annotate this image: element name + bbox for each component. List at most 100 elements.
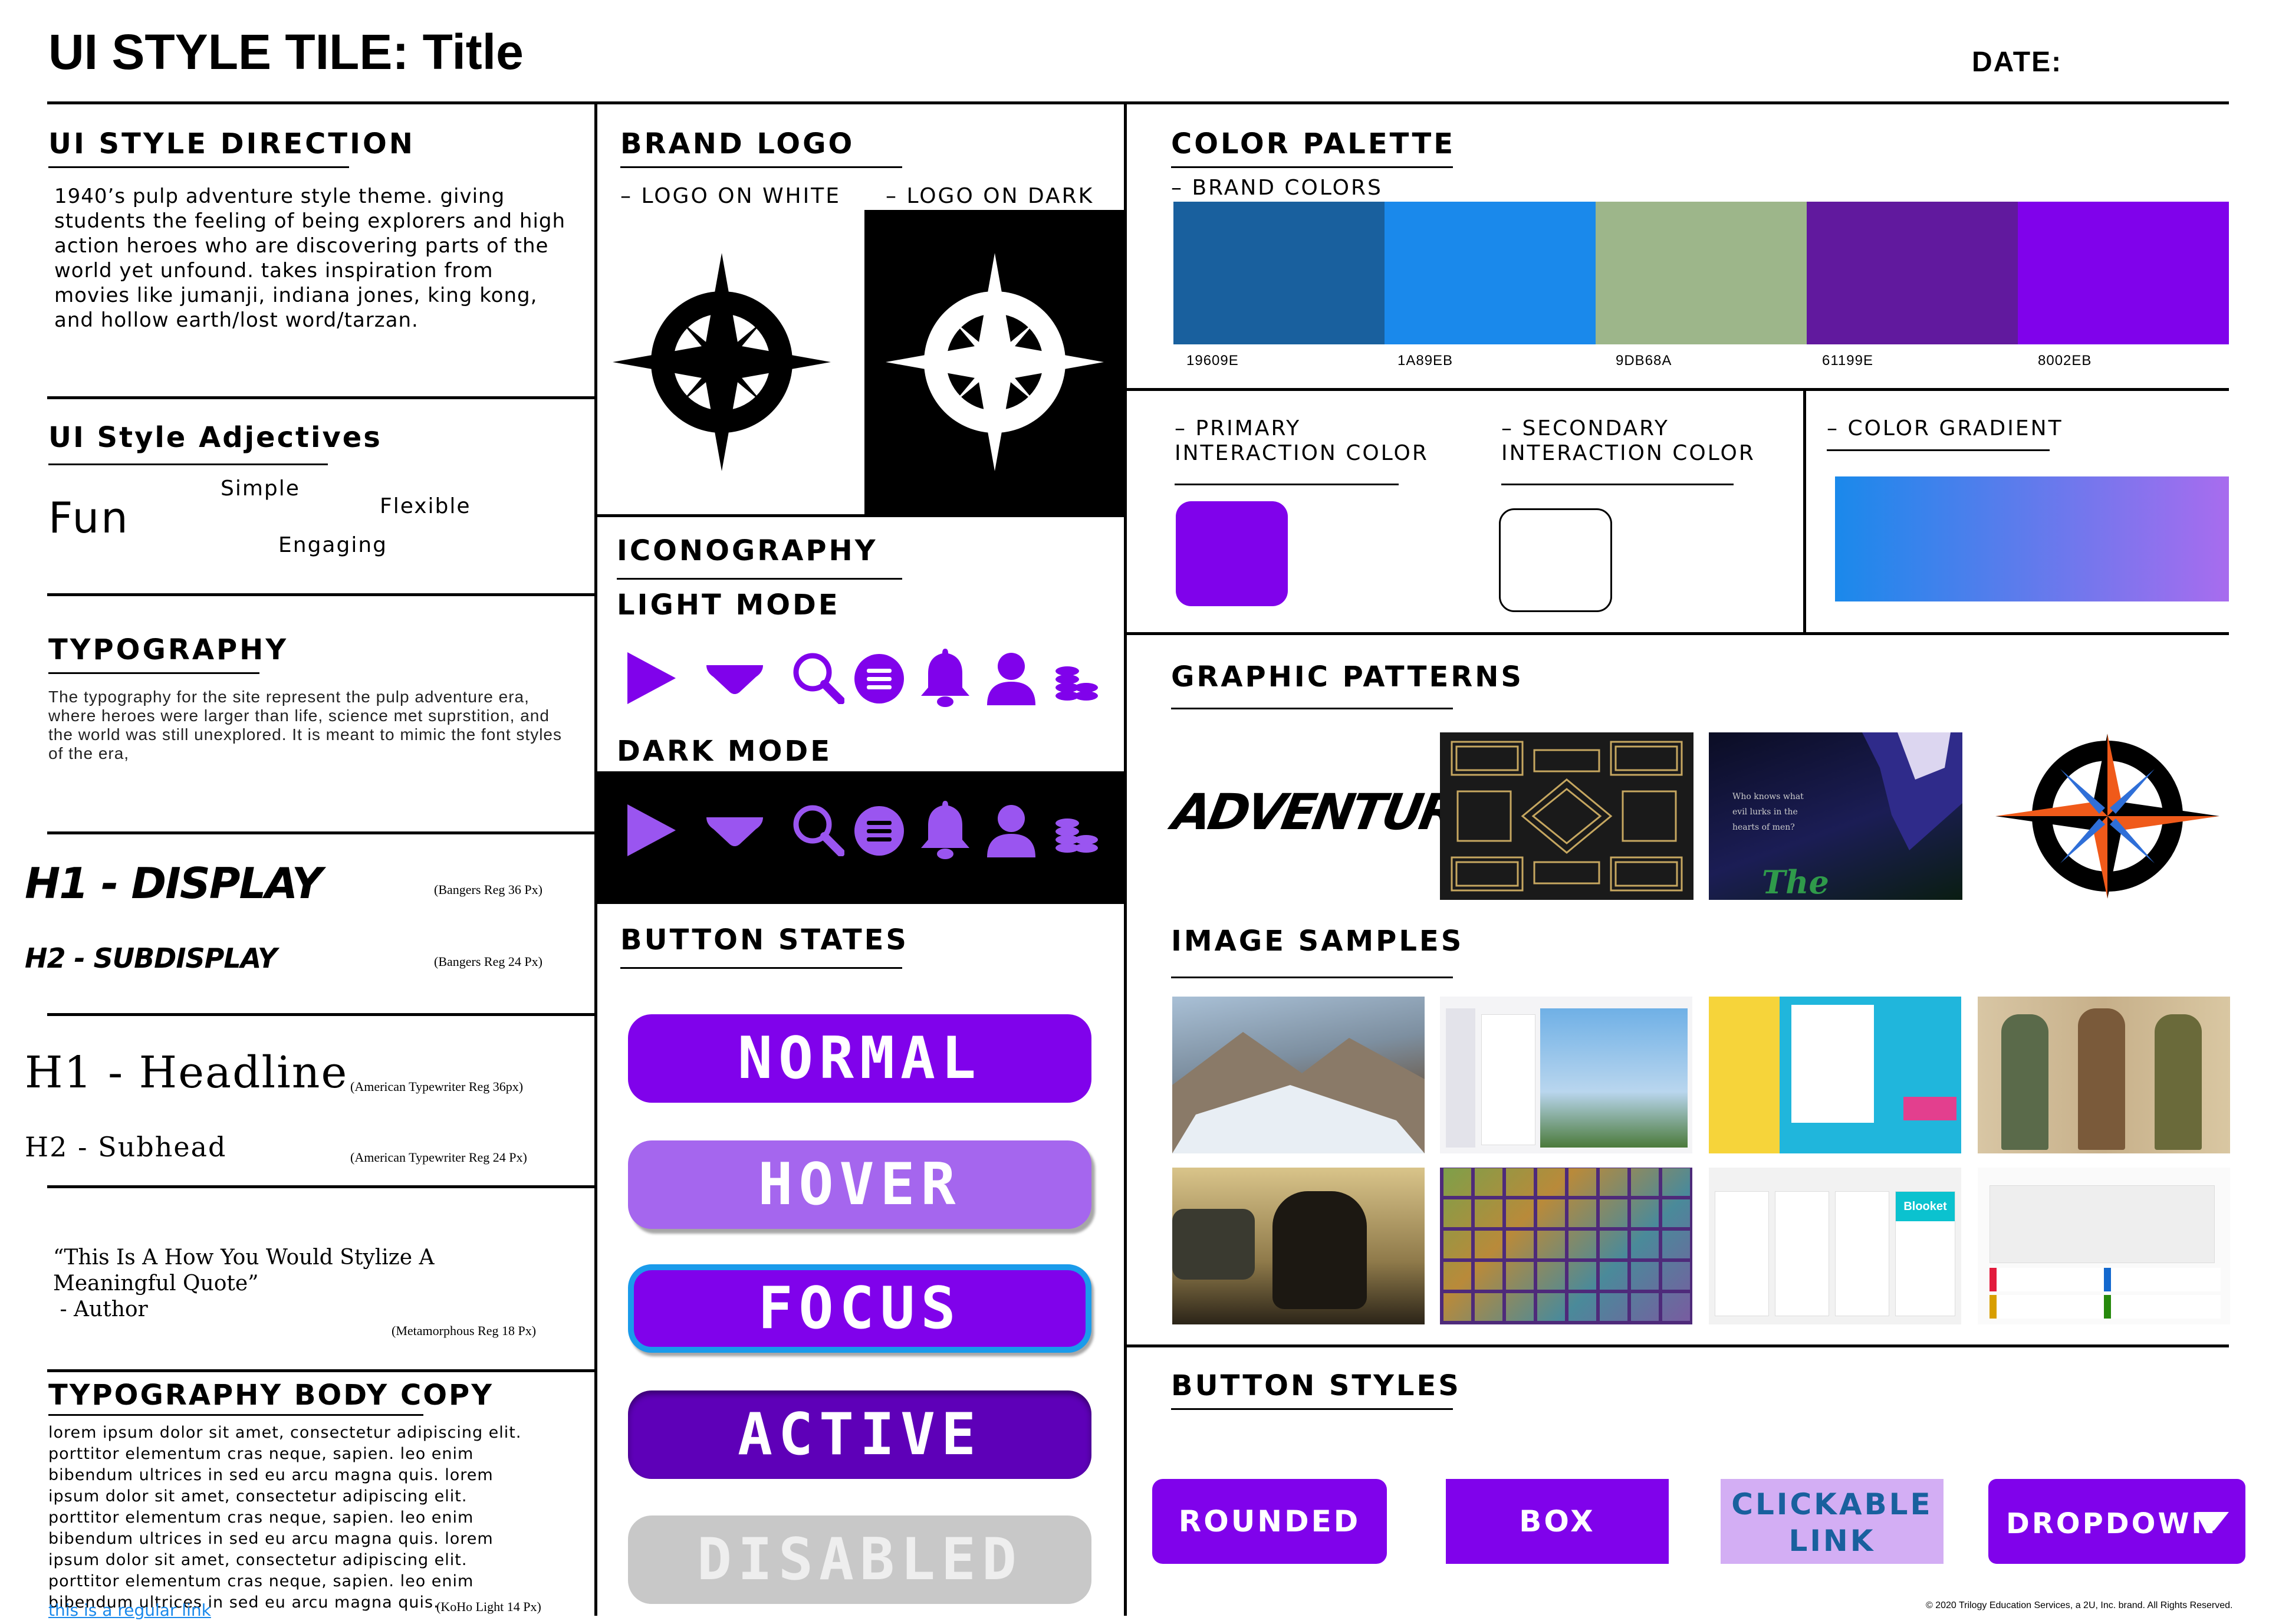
color-hex-label: 19609E <box>1186 353 1239 369</box>
normal-button[interactable]: NORMAL <box>628 1014 1091 1103</box>
shadow-title: The Shadow <box>1762 863 1829 900</box>
helicopter-figure <box>1172 1209 1255 1280</box>
rounded-button[interactable]: ROUNDED <box>1152 1479 1387 1564</box>
divider <box>47 593 596 596</box>
title-underline <box>1171 977 1453 978</box>
focus-button[interactable]: FOCUS <box>628 1264 1091 1353</box>
search-icon <box>793 653 844 704</box>
shadow-tagline: Who knows what evil lurks in the hearts … <box>1732 792 1804 832</box>
mountain-scene-icon <box>1172 1032 1425 1153</box>
clickable-link-line-2: LINK <box>1788 1524 1876 1558</box>
header-divider <box>47 101 2229 104</box>
images-title: IMAGE SAMPLES <box>1171 925 1464 958</box>
direction-text: 1940’s pulp adventure style theme. givin… <box>54 185 566 332</box>
image-sample-explorers <box>1978 997 2230 1153</box>
dropdown-button[interactable]: DROPDOWN <box>1988 1479 2245 1564</box>
title-underline <box>1171 708 1453 709</box>
clickable-link-line-1: CLICKABLE <box>1731 1487 1933 1521</box>
h2-subdisplay-note: (Bangers Reg 24 Px) <box>434 954 542 969</box>
art-deco-pattern <box>1440 732 1693 900</box>
title-underline <box>1171 1408 1453 1410</box>
image-sample-game-grid <box>1440 1168 1692 1324</box>
card <box>1835 1191 1889 1316</box>
palette-title: COLOR PALETTE <box>1171 127 1456 160</box>
secondary-label-1: – SECONDARY <box>1501 416 1669 440</box>
menu-icon <box>854 654 904 703</box>
image-sample-blooket: Blooket <box>1709 1168 1961 1324</box>
app-sidebar <box>1446 1008 1475 1148</box>
title-underline <box>48 463 328 465</box>
white-form <box>1791 1005 1874 1123</box>
secondary-label-2: INTERACTION COLOR <box>1501 441 1755 465</box>
divider <box>47 1185 596 1188</box>
regular-link[interactable]: this is a regular link <box>48 1600 211 1620</box>
color-hex-label: 61199E <box>1822 353 1873 369</box>
user-icon <box>987 653 1035 705</box>
title-underline <box>48 166 349 168</box>
label-underline <box>1175 484 1399 485</box>
logo-on-white-label: – LOGO ON WHITE <box>620 184 841 208</box>
divider <box>47 831 596 834</box>
quote-author: - Author <box>53 1297 148 1321</box>
blooket-logo: Blooket <box>1896 1192 1955 1221</box>
user-icon <box>987 805 1035 857</box>
caret-down-icon <box>706 665 763 694</box>
color-hex-label: 8002EB <box>2038 353 2092 369</box>
light-mode-label: LIGHT MODE <box>617 589 840 622</box>
title-underline <box>620 166 902 168</box>
gradient-swatch <box>1835 476 2229 601</box>
divider <box>1126 632 2229 635</box>
pink-tag <box>1903 1097 1956 1120</box>
image-sample-classcraft <box>1440 997 1692 1153</box>
app-list <box>1481 1014 1535 1145</box>
adjective-flexible: Flexible <box>380 494 471 518</box>
explorer-figure <box>2155 1014 2202 1150</box>
title-underline <box>1171 166 1453 168</box>
h1-headline-note: (American Typewriter Reg 36px) <box>350 1079 524 1094</box>
clickable-link-button[interactable]: CLICKABLE LINK <box>1721 1479 1944 1564</box>
bell-icon <box>921 649 969 707</box>
adjective-simple: Simple <box>221 476 300 501</box>
h2-subdisplay-sample: H2 - SUBDISPLAY <box>25 942 277 974</box>
typography-title: TYPOGRAPHY <box>48 633 289 666</box>
h1-display-sample: H1 - DISPLAY <box>25 859 323 908</box>
menu-icon <box>854 806 904 856</box>
secondary-color-swatch <box>1499 508 1612 612</box>
coins-icon <box>1055 818 1098 853</box>
yellow-panel <box>1709 997 1780 1153</box>
primary-label-2: INTERACTION COLOR <box>1175 441 1429 465</box>
body-copy-title: TYPOGRAPHY BODY COPY <box>48 1379 494 1412</box>
brand-logo-title: BRAND LOGO <box>620 127 855 160</box>
shadow-figure-icon <box>1862 732 1962 850</box>
coins-icon <box>1055 666 1098 701</box>
divider <box>47 396 596 399</box>
answer-yellow <box>1990 1295 2106 1319</box>
color-swatch <box>1596 202 1807 344</box>
title-underline <box>617 578 902 580</box>
answer-blue <box>2104 1268 2221 1291</box>
color-hex-label: 9DB68A <box>1616 353 1672 369</box>
h1-headline-sample: H1 - Headline <box>25 1047 348 1098</box>
color-swatch <box>1385 202 1596 344</box>
box-button[interactable]: BOX <box>1446 1479 1669 1564</box>
primary-label-1: – PRIMARY <box>1175 416 1301 440</box>
copyright: © 2020 Trilogy Education Services, a 2U,… <box>1926 1600 2233 1610</box>
hover-button[interactable]: HOVER <box>628 1140 1091 1229</box>
bell-icon <box>921 801 969 859</box>
blooket-card: Blooket <box>1895 1191 1955 1316</box>
divider <box>47 1369 596 1372</box>
explorer-figure <box>2078 1008 2125 1150</box>
color-swatch <box>1173 202 1385 344</box>
active-button[interactable]: ACTIVE <box>628 1390 1091 1479</box>
adjective-engaging: Engaging <box>278 533 387 557</box>
dropdown-label: DROPDOWN <box>2006 1507 2218 1540</box>
brand-colors-label: – BRAND COLORS <box>1171 176 1383 200</box>
quote-line-1: “This Is A How You Would Stylize A <box>53 1245 435 1270</box>
wizard-art <box>1540 1008 1688 1148</box>
card <box>1715 1191 1769 1316</box>
image-sample-quiz-editor <box>1978 1168 2230 1324</box>
card <box>1775 1191 1829 1316</box>
adjective-fun: Fun <box>48 493 130 543</box>
title-underline <box>620 967 902 969</box>
divider <box>47 1013 596 1016</box>
